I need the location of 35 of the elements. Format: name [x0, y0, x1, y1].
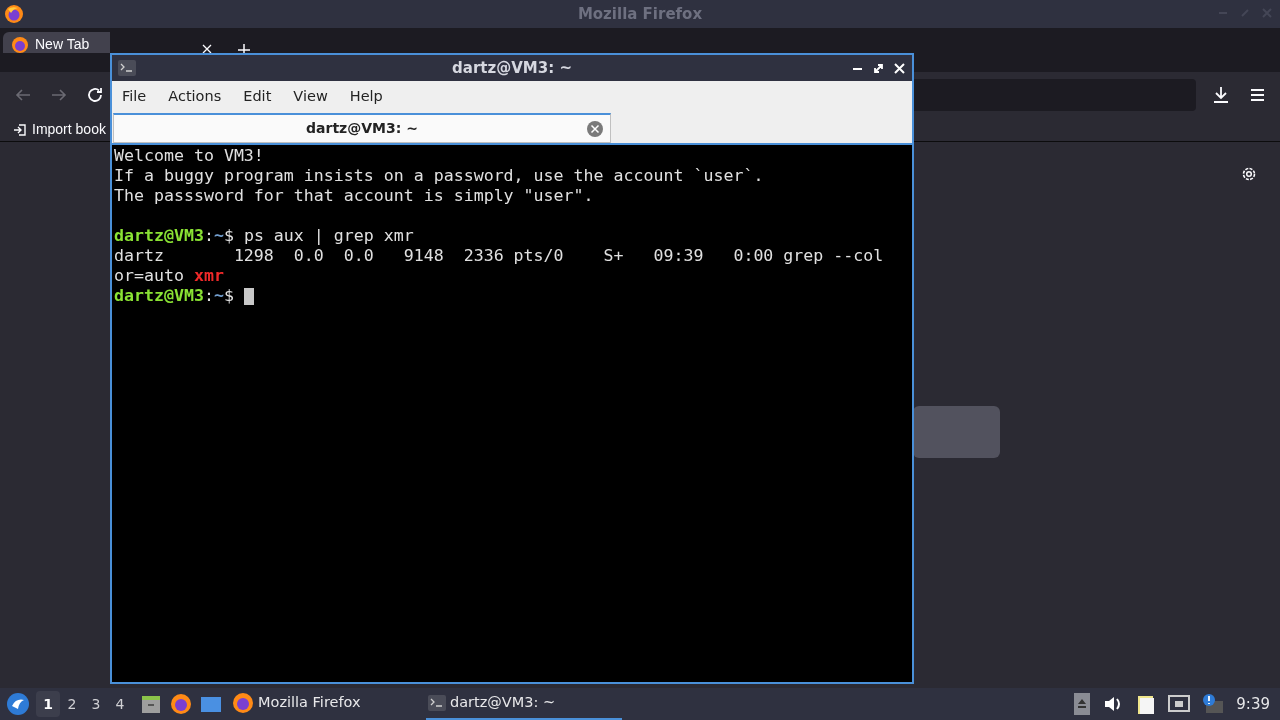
terminal-icon: [118, 60, 136, 76]
menu-item[interactable]: Help: [341, 86, 391, 108]
clipboard-icon[interactable]: [1136, 693, 1157, 715]
file-manager-icon[interactable]: [140, 693, 162, 715]
taskbar-button[interactable]: dartz@VM3: ~: [426, 688, 622, 720]
firefox-icon[interactable]: [170, 693, 192, 715]
cursor: [243, 288, 254, 305]
menu-item[interactable]: File: [114, 86, 155, 108]
maximize-icon[interactable]: [872, 61, 885, 75]
window-title: dartz@VM3: ~: [452, 57, 572, 79]
browser-tab[interactable]: New Tab: [3, 32, 110, 53]
close-icon[interactable]: [893, 61, 906, 75]
terminal-tab[interactable]: dartz@VM3: ~: [113, 113, 611, 143]
workspace-button[interactable]: 2: [60, 691, 84, 717]
terminal-icon: [428, 695, 446, 711]
workspace-button[interactable]: 3: [84, 691, 108, 717]
firefox-icon: [11, 36, 29, 54]
menu-item[interactable]: Edit: [235, 86, 280, 108]
notification-icon[interactable]: [1202, 693, 1225, 715]
firefox-icon: [232, 692, 254, 714]
workspace-button[interactable]: 4: [108, 691, 132, 717]
tab-label: dartz@VM3: ~: [306, 119, 418, 138]
window-title: Mozilla Firefox: [577, 3, 703, 25]
clock[interactable]: 9:39: [1236, 692, 1270, 716]
bookmark-item[interactable]: Import book: [32, 119, 106, 140]
firefox-icon: [4, 4, 24, 24]
taskbar-button[interactable]: Mozilla Firefox: [230, 688, 426, 720]
import-icon: [12, 121, 28, 138]
network-icon[interactable]: [1168, 694, 1191, 714]
start-menu-icon[interactable]: [6, 692, 30, 716]
eject-icon[interactable]: [1074, 693, 1091, 715]
menu-item[interactable]: View: [285, 86, 336, 108]
menu-item[interactable]: Actions: [160, 86, 230, 108]
close-icon[interactable]: [202, 44, 212, 54]
workspace-button[interactable]: 1: [36, 691, 60, 717]
